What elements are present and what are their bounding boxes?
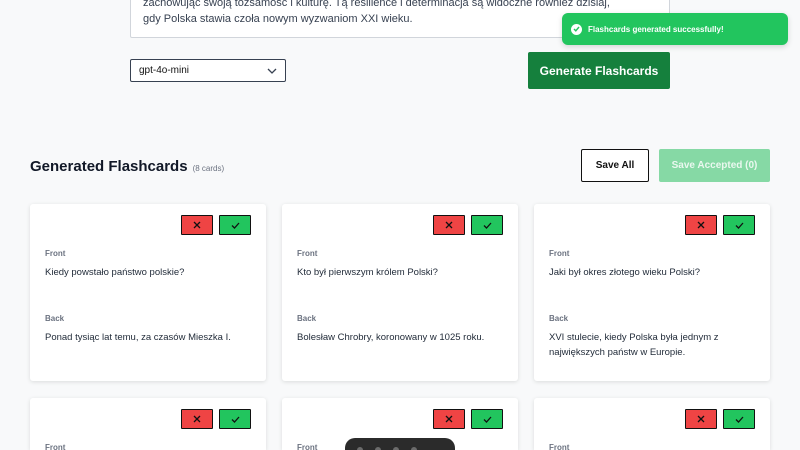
flashcard: Front — [30, 398, 266, 450]
check-icon — [735, 416, 743, 423]
x-icon — [697, 415, 705, 423]
accept-button[interactable] — [723, 215, 755, 235]
back-label: Back — [549, 314, 569, 323]
x-icon — [697, 221, 705, 229]
accept-button[interactable] — [219, 215, 251, 235]
toast-message: Flashcards generated successfully! — [588, 24, 724, 34]
front-text: Kiedy powstało państwo polskie? — [45, 267, 185, 278]
generate-flashcards-button[interactable]: Generate Flashcards — [528, 52, 670, 89]
floating-toolbar[interactable] — [345, 438, 455, 450]
check-icon — [483, 222, 491, 229]
success-toast: Flashcards generated successfully! — [562, 13, 788, 45]
section-title: Generated Flashcards (8 cards) — [30, 158, 224, 175]
check-circle-icon — [571, 23, 582, 35]
back-label: Back — [297, 314, 317, 323]
accept-button[interactable] — [471, 409, 503, 429]
back-text: XVI stulecie, kiedy Polska była jednym z… — [549, 332, 719, 358]
x-icon — [193, 221, 201, 229]
reject-button[interactable] — [433, 409, 465, 429]
back-text: Ponad tysiąc lat temu, za czasów Mieszka… — [45, 332, 231, 343]
reject-button[interactable] — [181, 215, 213, 235]
save-all-button[interactable]: Save All — [581, 149, 649, 182]
model-select-value: gpt-4o-mini — [139, 65, 190, 76]
front-label: Front — [45, 443, 66, 450]
x-icon — [445, 415, 453, 423]
check-icon — [735, 222, 743, 229]
source-text-line-1: zachowując swoją tożsamość i kulturę. Tą… — [143, 0, 610, 9]
section-title-text: Generated Flashcards — [30, 158, 188, 175]
check-icon — [483, 416, 491, 423]
back-text: Bolesław Chrobry, koronowany w 1025 roku… — [297, 332, 485, 343]
x-icon — [193, 415, 201, 423]
check-icon — [231, 222, 239, 229]
reject-button[interactable] — [685, 409, 717, 429]
chevron-down-icon — [267, 66, 277, 76]
front-label: Front — [549, 443, 570, 450]
front-label: Front — [297, 443, 318, 450]
front-label: Front — [549, 249, 570, 258]
reject-button[interactable] — [685, 215, 717, 235]
x-icon — [445, 221, 453, 229]
flashcard: Front Kiedy powstało państwo polskie? Ba… — [30, 204, 266, 381]
front-text: Jaki był okres złotego wieku Polski? — [549, 267, 701, 278]
save-accepted-button[interactable]: Save Accepted (0) — [659, 149, 770, 182]
front-label: Front — [297, 249, 318, 258]
reject-button[interactable] — [181, 409, 213, 429]
front-label: Front — [45, 249, 66, 258]
flashcard: Front Jaki był okres złotego wieku Polsk… — [534, 204, 770, 381]
front-text: Kto był pierwszym królem Polski? — [297, 267, 438, 278]
accept-button[interactable] — [723, 409, 755, 429]
accept-button[interactable] — [219, 409, 251, 429]
check-icon — [231, 416, 239, 423]
model-select[interactable]: gpt-4o-mini — [130, 59, 286, 82]
card-count: (8 cards) — [192, 164, 225, 173]
reject-button[interactable] — [433, 215, 465, 235]
back-label: Back — [45, 314, 65, 323]
accept-button[interactable] — [471, 215, 503, 235]
flashcard: Front — [534, 398, 770, 450]
flashcard: Front Kto był pierwszym królem Polski? B… — [282, 204, 518, 381]
